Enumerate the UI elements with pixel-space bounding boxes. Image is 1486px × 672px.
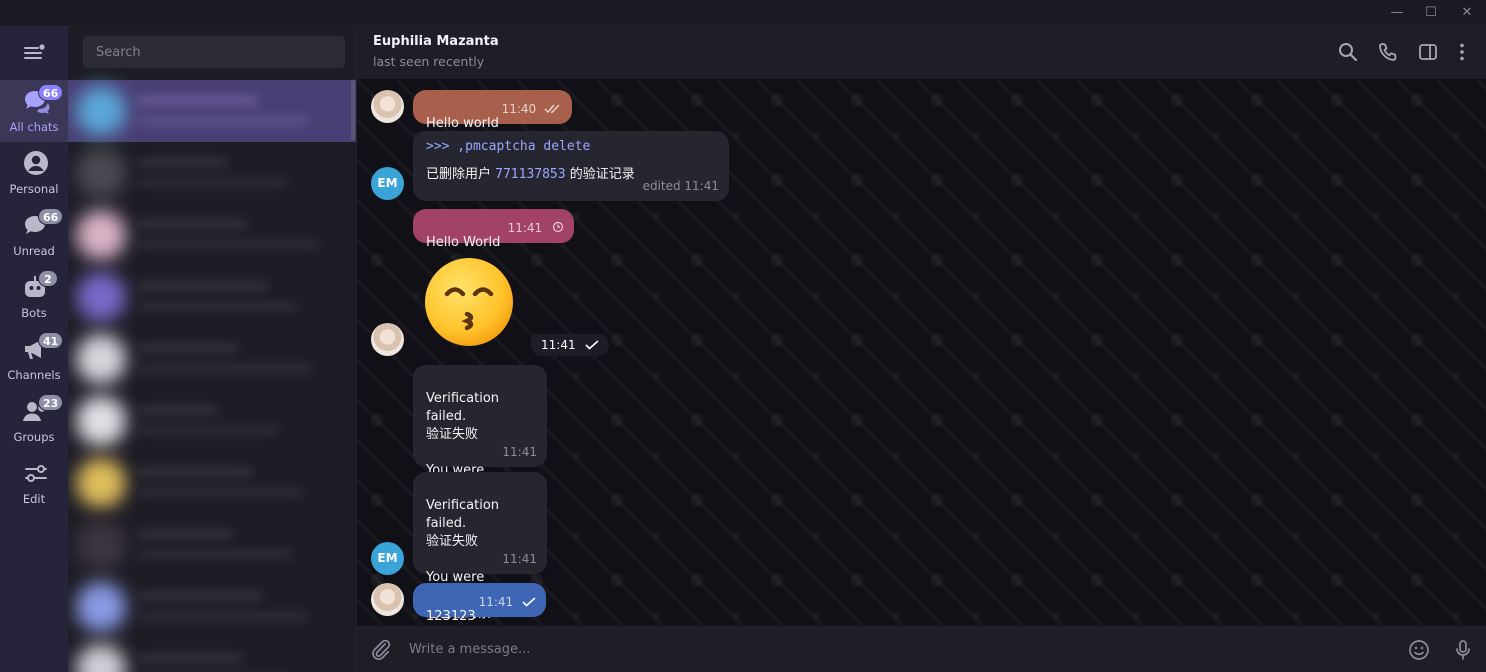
message-bubble[interactable]: Verification failed. 验证失败 You were block… [413, 365, 547, 514]
chat-list-item[interactable] [68, 390, 356, 452]
folder-label: Channels [7, 368, 61, 382]
my-avatar[interactable] [371, 90, 404, 123]
window-titlebar: — ☐ ✕ [0, 0, 1486, 26]
message-time: 11:41 [478, 595, 514, 609]
folder-label: Groups [13, 430, 55, 444]
unread-badge: 66 [38, 208, 64, 225]
paperclip-icon[interactable] [369, 638, 393, 662]
sticker-meta: 11:41 [531, 334, 610, 356]
folder-label: Edit [22, 492, 46, 506]
folder-label: Unread [13, 244, 55, 258]
folder-label: Personal [9, 182, 59, 196]
message-area[interactable]: Hello world 11:40 >>> ,pmcaptcha delete … [357, 80, 1486, 625]
chat-list-item[interactable] [68, 142, 356, 204]
message-time: 11:40 [501, 102, 537, 116]
chat-panel: Euphilia Mazanta last seen recently Hell… [356, 26, 1486, 672]
folder-all-chats[interactable]: 66 All chats [0, 80, 68, 142]
folder-label: All chats [9, 120, 59, 134]
check-icon [585, 340, 599, 350]
message-meta: 11:40 [502, 100, 562, 118]
my-avatar[interactable] [371, 583, 404, 616]
double-check-icon [544, 104, 560, 114]
message-input[interactable] [409, 635, 1389, 663]
chat-list-item[interactable] [68, 452, 356, 514]
close-button[interactable]: ✕ [1458, 4, 1476, 22]
message-bubble[interactable]: >>> ,pmcaptcha delete 已删除用户 771137853 的验… [413, 131, 729, 201]
folder-channels[interactable]: 41 Channels [0, 328, 68, 390]
microphone-icon[interactable] [1451, 638, 1475, 662]
person-icon [24, 151, 48, 175]
main-menu-button[interactable] [0, 26, 68, 80]
user-id-link[interactable]: 771137853 [495, 167, 565, 182]
message-text: Hello world [426, 116, 499, 131]
more-vert-icon[interactable] [1451, 41, 1473, 63]
message-meta: 11:41 [479, 593, 536, 611]
chat-list-item[interactable] [68, 638, 356, 672]
unread-badge: 23 [38, 394, 64, 411]
chat-list-item[interactable] [68, 204, 356, 266]
folder-bots[interactable]: 2 Bots [0, 266, 68, 328]
contact-avatar[interactable]: EM [371, 542, 404, 575]
message-time: 11:41 [502, 552, 537, 566]
chat-list-item[interactable] [68, 80, 356, 142]
message-edited-time: edited 11:41 [642, 179, 719, 193]
chat-list [68, 26, 356, 672]
contact-status: last seen recently [373, 54, 485, 69]
message-bubble[interactable]: Hello world 11:40 [413, 90, 572, 131]
chat-list-item[interactable] [68, 576, 356, 638]
message-time: 11:41 [507, 221, 543, 235]
folder-label: Bots [21, 306, 47, 320]
sliders-icon [25, 465, 47, 482]
message-time: 11:41 [541, 338, 576, 352]
search-input[interactable] [83, 36, 345, 68]
command-text: >>> ,pmcaptcha delete [426, 139, 591, 154]
sidebar-toggle-icon[interactable] [1417, 41, 1439, 63]
message-text: Hello World [426, 235, 501, 250]
check-icon [522, 597, 536, 607]
unread-badge: 66 [38, 84, 64, 101]
contact-name[interactable]: Euphilia Mazanta [373, 34, 499, 49]
minimize-button[interactable]: — [1388, 4, 1406, 22]
search-bar [68, 26, 356, 80]
message-text: 123123 [426, 609, 476, 624]
chat-header: Euphilia Mazanta last seen recently [357, 26, 1486, 80]
message-composer [357, 625, 1486, 672]
contact-avatar[interactable]: EM [371, 167, 404, 200]
folder-edit[interactable]: Edit [0, 452, 68, 514]
folder-unread[interactable]: 66 Unread [0, 204, 68, 266]
my-avatar[interactable] [371, 323, 404, 356]
unread-badge: 2 [38, 270, 58, 287]
chat-list-item[interactable] [68, 266, 356, 328]
message-meta: 11:41 [508, 219, 564, 237]
kissing-face-emoji-sticker[interactable] [423, 256, 515, 348]
emoji-icon[interactable] [1407, 638, 1431, 662]
clock-pending-icon [552, 221, 564, 233]
maximize-button[interactable]: ☐ [1422, 4, 1440, 22]
message-bubble[interactable]: 123123 11:41 [413, 583, 546, 624]
message-bubble[interactable]: Verification failed. 验证失败 You were block… [413, 472, 547, 621]
folder-sidebar: 66 All chats Personal 66 Unread 2 Bots 4… [0, 26, 68, 672]
folder-groups[interactable]: 23 Groups [0, 390, 68, 452]
phone-icon[interactable] [1377, 41, 1399, 63]
chat-list-item[interactable] [68, 328, 356, 390]
hamburger-menu-icon [24, 44, 45, 59]
message-time: 11:41 [502, 445, 537, 459]
unread-badge: 41 [38, 332, 64, 349]
folder-personal[interactable]: Personal [0, 142, 68, 204]
search-icon[interactable] [1337, 41, 1359, 63]
message-bubble[interactable]: Hello World 11:41 [413, 209, 574, 250]
chat-list-item[interactable] [68, 514, 356, 576]
chat-list-scrollbar[interactable] [351, 80, 355, 140]
